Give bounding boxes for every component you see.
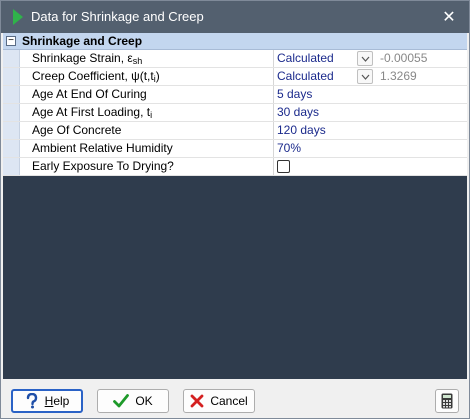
chevron-down-icon	[361, 74, 369, 80]
property-value[interactable]	[274, 158, 467, 175]
property-value[interactable]: 70%	[274, 140, 467, 157]
property-row-age-end-curing[interactable]: Age At End Of Curing 5 days	[3, 86, 467, 104]
close-button[interactable]: ✕	[429, 1, 469, 33]
section-title: Shrinkage and Creep	[22, 34, 143, 48]
property-label: Creep Coefficient, ψ(t,ti)	[20, 68, 274, 85]
property-value[interactable]: Calculated 1.3269	[274, 68, 467, 85]
shrinkage-strain-computed: -0.00055	[380, 51, 428, 65]
age-of-concrete-value[interactable]: 120 days	[277, 122, 326, 139]
window-title: Data for Shrinkage and Creep	[31, 9, 204, 24]
cancel-button[interactable]: Cancel	[183, 389, 255, 413]
property-value[interactable]: Calculated -0.00055	[274, 50, 467, 67]
section-header[interactable]: − Shrinkage and Creep	[3, 33, 467, 50]
property-label: Ambient Relative Humidity	[20, 140, 274, 157]
creep-coefficient-computed: 1.3269	[380, 69, 417, 83]
x-icon	[190, 394, 204, 408]
property-value[interactable]: 30 days	[274, 104, 467, 121]
property-grid: − Shrinkage and Creep Shrinkage Strain, …	[3, 33, 467, 176]
property-row-age-of-concrete[interactable]: Age Of Concrete 120 days	[3, 122, 467, 140]
property-grid-area: − Shrinkage and Creep Shrinkage Strain, …	[3, 33, 467, 379]
close-icon: ✕	[442, 9, 456, 26]
calculator-icon	[441, 393, 453, 409]
shrinkage-strain-dropdown[interactable]	[357, 51, 373, 66]
property-label: Shrinkage Strain, εsh	[20, 50, 274, 67]
ok-button[interactable]: OK	[97, 389, 169, 413]
ok-label: OK	[135, 394, 153, 408]
shrinkage-strain-mode[interactable]: Calculated	[277, 50, 334, 67]
chevron-down-icon	[361, 56, 369, 62]
property-label: Age At First Loading, ti	[20, 104, 274, 121]
play-triangle-icon	[13, 9, 23, 25]
age-first-loading-value[interactable]: 30 days	[277, 104, 319, 121]
title-bar: Data for Shrinkage and Creep ✕	[1, 1, 469, 33]
property-row-relative-humidity[interactable]: Ambient Relative Humidity 70%	[3, 140, 467, 158]
question-icon	[25, 393, 39, 409]
property-row-early-exposure[interactable]: Early Exposure To Drying?	[3, 158, 467, 176]
help-label: Help	[44, 394, 70, 408]
dialog-window: Data for Shrinkage and Creep ✕ − Shrinka…	[0, 0, 470, 419]
property-label: Early Exposure To Drying?	[20, 158, 274, 175]
property-value[interactable]: 120 days	[274, 122, 467, 139]
cancel-label: Cancel	[210, 394, 248, 408]
calculator-button[interactable]	[435, 389, 459, 413]
checkmark-icon	[113, 394, 130, 408]
property-label: Age At End Of Curing	[20, 86, 274, 103]
property-row-shrinkage-strain[interactable]: Shrinkage Strain, εsh Calculated -0.0005…	[3, 50, 467, 68]
property-label: Age Of Concrete	[20, 122, 274, 139]
age-end-curing-value[interactable]: 5 days	[277, 86, 312, 103]
creep-coefficient-dropdown[interactable]	[357, 69, 373, 84]
early-exposure-checkbox[interactable]	[277, 160, 290, 173]
relative-humidity-value[interactable]: 70%	[277, 140, 301, 157]
collapse-icon[interactable]: −	[6, 36, 16, 46]
property-row-creep-coefficient[interactable]: Creep Coefficient, ψ(t,ti) Calculated 1.…	[3, 68, 467, 86]
help-button[interactable]: Help	[11, 389, 83, 413]
property-row-age-first-loading[interactable]: Age At First Loading, ti 30 days	[3, 104, 467, 122]
creep-coefficient-mode[interactable]: Calculated	[277, 68, 334, 85]
property-value[interactable]: 5 days	[274, 86, 467, 103]
button-bar: Help OK Cancel	[1, 380, 469, 418]
